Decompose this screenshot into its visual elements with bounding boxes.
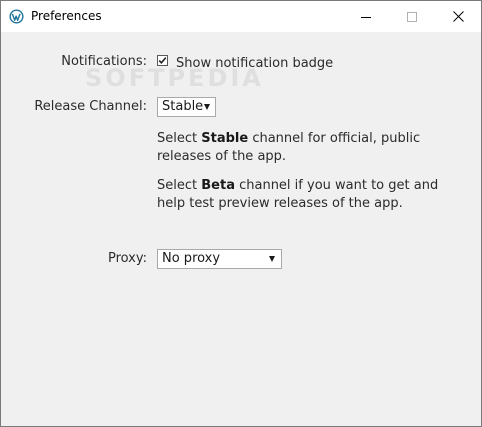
dropdown-arrow-icon	[269, 256, 275, 262]
maximize-button[interactable]	[389, 1, 435, 32]
beta-desc-pre: Select	[157, 178, 202, 193]
beta-channel-description: Select Beta channel if you want to get a…	[157, 177, 457, 213]
notification-badge-checkbox[interactable]	[157, 55, 168, 66]
close-button[interactable]	[435, 1, 481, 32]
stable-desc-pre: Select	[157, 131, 202, 146]
preferences-window: Preferences SOFTPEDIA Notifications: Sho…	[0, 0, 482, 427]
title-bar[interactable]: Preferences	[1, 1, 481, 32]
release-channel-label: Release Channel:	[34, 99, 147, 114]
stable-desc-bold: Stable	[201, 131, 249, 146]
close-icon	[452, 11, 464, 22]
checkmark-icon	[158, 57, 167, 64]
dropdown-arrow-icon	[204, 104, 210, 110]
proxy-value: No proxy	[162, 251, 221, 266]
wordpress-icon	[9, 9, 24, 24]
notifications-label: Notifications:	[61, 54, 147, 69]
preferences-content: SOFTPEDIA Notifications: Show notificati…	[1, 32, 481, 426]
minimize-icon	[361, 16, 371, 18]
window-title: Preferences	[31, 9, 102, 23]
stable-channel-description: Select Stable channel for official, publ…	[157, 130, 457, 166]
notification-badge-label[interactable]: Show notification badge	[176, 56, 333, 72]
beta-desc-bold: Beta	[201, 178, 235, 193]
release-channel-select[interactable]: Stable	[157, 97, 216, 117]
proxy-select[interactable]: No proxy	[157, 249, 282, 269]
release-channel-value: Stable	[162, 99, 204, 114]
proxy-label: Proxy:	[107, 251, 147, 266]
maximize-icon	[407, 11, 417, 22]
minimize-button[interactable]	[343, 1, 389, 32]
